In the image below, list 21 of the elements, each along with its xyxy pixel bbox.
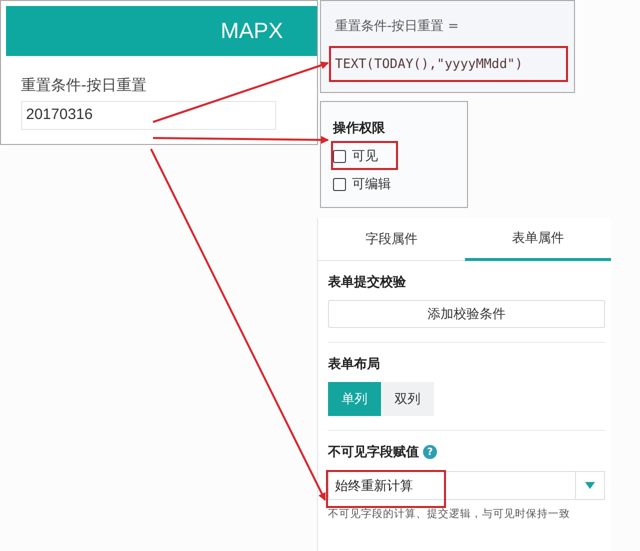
section-title: 表单布局 (328, 356, 381, 373)
formula-text: TEXT(TODAY(),"yyyyMMdd") (335, 56, 523, 73)
section-title: 操作权限 (333, 120, 386, 137)
input-field[interactable]: 20170316 (21, 101, 276, 130)
add-condition-button[interactable]: 添加校验条件 (328, 300, 605, 328)
hint-text: 不可见字段的计算、提交逻辑，与可见时保持一致 (328, 507, 571, 521)
checkbox[interactable] (333, 178, 346, 190)
checkbox-label: 可编辑 (352, 176, 391, 193)
checkbox-label: 可见 (352, 148, 378, 165)
formula-title: 重置条件-按日重置 = (335, 18, 460, 35)
section-title: 不可见字段赋值 (328, 444, 419, 461)
dropdown[interactable]: 始终重新计算 (328, 471, 605, 500)
caret-icon (585, 482, 595, 489)
checkbox[interactable] (333, 150, 346, 162)
tab[interactable]: 字段属件 (318, 218, 464, 260)
tab[interactable]: 表单属件 (464, 218, 611, 261)
section-title: 表单提交校验 (328, 274, 407, 291)
segment-button[interactable]: 双列 (381, 382, 434, 416)
app-title: MAPX (220, 18, 283, 44)
highlight-box (331, 141, 398, 170)
field-label: 重置条件-按日重置 (21, 76, 148, 95)
